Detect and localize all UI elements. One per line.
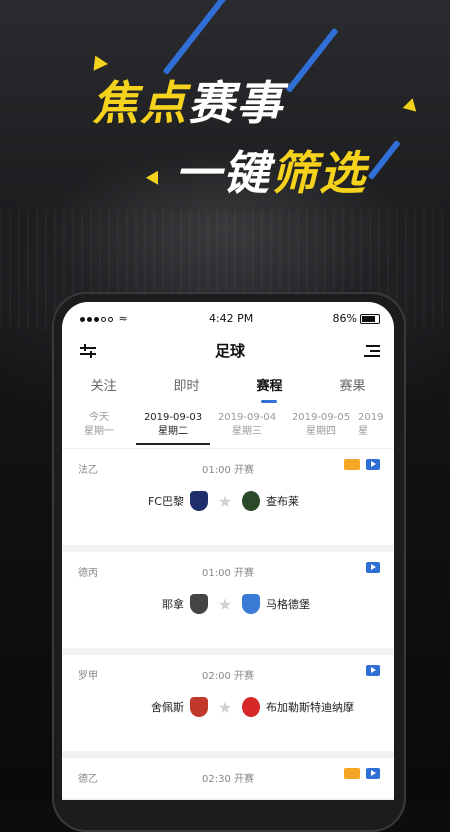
away-team: 查布莱 — [266, 495, 299, 508]
star-icon[interactable]: ★ — [208, 698, 242, 717]
match-card[interactable]: 罗甲 02:00 开赛 舍佩斯 ★ 布加勒斯特迪纳摩 — [62, 655, 394, 758]
weekday-text: 星期一 — [84, 426, 114, 437]
away-crest-icon — [242, 491, 260, 511]
date-item[interactable]: 2019-09-04 星期三 — [210, 411, 284, 439]
battery-text: 86% — [332, 311, 357, 325]
date-text: 2019 — [358, 412, 384, 423]
match-badges — [366, 562, 380, 573]
match-time: 01:00 开赛 — [202, 568, 254, 579]
weekday-text: 星 — [358, 426, 368, 437]
battery-indicator: 86% — [333, 312, 380, 325]
match-card[interactable]: 德丙 01:00 开赛 耶拿 ★ 马格德堡 — [62, 552, 394, 655]
away-team: 马格德堡 — [266, 598, 310, 611]
animation-icon[interactable] — [344, 768, 360, 779]
promo-text: 一键 — [175, 146, 271, 200]
weekday-text: 星期三 — [232, 426, 262, 437]
date-item[interactable]: 2019-09-05 星期四 — [284, 411, 358, 439]
video-icon[interactable] — [366, 768, 380, 779]
match-time: 02:00 开赛 — [202, 671, 254, 682]
page-title: 足球 — [214, 341, 245, 360]
home-crest-icon — [190, 697, 208, 717]
match-badges — [344, 459, 380, 470]
tab-bar: 关注 即时 赛程 赛果 — [62, 366, 394, 403]
promo-text: 赛事 — [188, 76, 284, 130]
date-item[interactable]: 2019 星 — [358, 411, 388, 439]
home-team: FC巴黎 — [147, 495, 184, 508]
match-card[interactable]: 德乙 02:30 开赛 — [62, 758, 394, 800]
tab-results[interactable]: 赛果 — [331, 375, 373, 394]
match-teams: FC巴黎 ★ 查布莱 — [62, 489, 394, 513]
match-card[interactable]: 法乙 01:00 开赛 FC巴黎 ★ 查布莱 — [62, 449, 394, 552]
away-crest-icon — [242, 594, 260, 614]
date-text: 今天 — [89, 412, 109, 423]
menu-icon[interactable] — [363, 343, 380, 357]
weekday-text: 星期四 — [306, 426, 336, 437]
star-icon[interactable]: ★ — [208, 595, 242, 614]
date-selector: 今天星期一 2019-09-03 星期二 2019-09-04 星期三 2019-0… — [62, 402, 394, 449]
battery-icon — [360, 313, 380, 324]
promo-headline-2: 一键筛选 — [175, 150, 367, 196]
date-item[interactable]: 今天 星期一 — [62, 411, 136, 439]
phone-screen: ≈ 4:42 PM 86% 足球 关注 即时 赛程 赛果 今天星期一 2019-… — [62, 302, 394, 800]
status-bar: ≈ 4:42 PM 86% — [62, 302, 394, 334]
match-badges — [366, 665, 380, 676]
match-badges — [344, 768, 380, 779]
tab-live[interactable]: 即时 — [165, 375, 207, 394]
match-teams: 舍佩斯 ★ 布加勒斯特迪纳摩 — [62, 695, 394, 719]
video-icon[interactable] — [366, 665, 380, 676]
date-text: 2019-09-03 — [143, 412, 203, 423]
date-item-selected[interactable]: 2019-09-03 星期二 — [136, 411, 210, 445]
video-icon[interactable] — [366, 562, 380, 573]
away-crest-icon — [242, 697, 260, 717]
status-time: 4:42 PM — [208, 311, 254, 325]
star-icon[interactable]: ★ — [208, 492, 242, 511]
date-text: 2019-09-04 — [217, 412, 277, 423]
signal-icon: ≈ — [80, 312, 130, 325]
match-teams: 耶拿 ★ 马格德堡 — [62, 592, 394, 616]
date-text: 2019-09-05 — [291, 412, 351, 423]
animation-icon[interactable] — [344, 459, 360, 470]
promo-text: 筛选 — [271, 146, 367, 200]
tab-follow[interactable]: 关注 — [82, 375, 124, 394]
promo-text: 焦点 — [92, 76, 188, 130]
nav-bar: 足球 — [62, 334, 394, 366]
weekday-text: 星期二 — [158, 426, 188, 437]
home-team: 耶拿 — [162, 598, 184, 611]
tab-schedule[interactable]: 赛程 — [248, 375, 290, 403]
away-team: 布加勒斯特迪纳摩 — [266, 701, 354, 714]
home-team: 舍佩斯 — [151, 701, 184, 714]
home-crest-icon — [190, 594, 208, 614]
video-icon[interactable] — [366, 459, 380, 470]
home-crest-icon — [190, 491, 208, 511]
filter-icon[interactable] — [80, 343, 96, 358]
promo-headline-1: 焦点赛事 — [92, 80, 284, 126]
